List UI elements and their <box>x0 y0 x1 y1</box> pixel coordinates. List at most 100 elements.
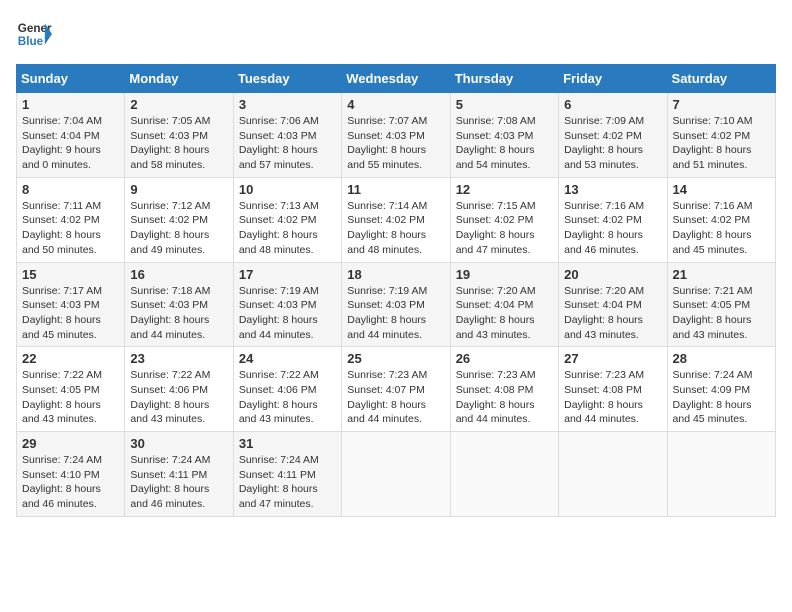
day-info: Sunrise: 7:23 AM Sunset: 4:08 PM Dayligh… <box>564 368 661 427</box>
day-header-tuesday: Tuesday <box>233 65 341 93</box>
svg-text:Blue: Blue <box>18 35 44 48</box>
calendar-cell: 21 Sunrise: 7:21 AM Sunset: 4:05 PM Dayl… <box>667 262 775 347</box>
calendar-table: SundayMondayTuesdayWednesdayThursdayFrid… <box>16 64 776 517</box>
day-number: 10 <box>239 182 336 197</box>
day-info: Sunrise: 7:06 AM Sunset: 4:03 PM Dayligh… <box>239 114 336 173</box>
day-number: 26 <box>456 351 553 366</box>
day-info: Sunrise: 7:13 AM Sunset: 4:02 PM Dayligh… <box>239 199 336 258</box>
day-number: 6 <box>564 97 661 112</box>
logo: General Blue <box>16 16 52 52</box>
day-number: 20 <box>564 267 661 282</box>
calendar-cell: 22 Sunrise: 7:22 AM Sunset: 4:05 PM Dayl… <box>17 347 125 432</box>
day-info: Sunrise: 7:09 AM Sunset: 4:02 PM Dayligh… <box>564 114 661 173</box>
day-header-friday: Friday <box>559 65 667 93</box>
calendar-cell: 24 Sunrise: 7:22 AM Sunset: 4:06 PM Dayl… <box>233 347 341 432</box>
calendar-cell: 5 Sunrise: 7:08 AM Sunset: 4:03 PM Dayli… <box>450 93 558 178</box>
day-header-wednesday: Wednesday <box>342 65 450 93</box>
calendar-cell: 17 Sunrise: 7:19 AM Sunset: 4:03 PM Dayl… <box>233 262 341 347</box>
day-number: 17 <box>239 267 336 282</box>
day-number: 13 <box>564 182 661 197</box>
day-number: 1 <box>22 97 119 112</box>
day-number: 28 <box>673 351 770 366</box>
day-info: Sunrise: 7:20 AM Sunset: 4:04 PM Dayligh… <box>564 284 661 343</box>
day-number: 16 <box>130 267 227 282</box>
calendar-cell: 6 Sunrise: 7:09 AM Sunset: 4:02 PM Dayli… <box>559 93 667 178</box>
day-number: 8 <box>22 182 119 197</box>
calendar-cell: 31 Sunrise: 7:24 AM Sunset: 4:11 PM Dayl… <box>233 432 341 517</box>
day-number: 30 <box>130 436 227 451</box>
day-info: Sunrise: 7:19 AM Sunset: 4:03 PM Dayligh… <box>347 284 444 343</box>
calendar-cell: 3 Sunrise: 7:06 AM Sunset: 4:03 PM Dayli… <box>233 93 341 178</box>
calendar-cell: 2 Sunrise: 7:05 AM Sunset: 4:03 PM Dayli… <box>125 93 233 178</box>
day-info: Sunrise: 7:24 AM Sunset: 4:10 PM Dayligh… <box>22 453 119 512</box>
calendar-cell: 9 Sunrise: 7:12 AM Sunset: 4:02 PM Dayli… <box>125 177 233 262</box>
calendar-cell: 16 Sunrise: 7:18 AM Sunset: 4:03 PM Dayl… <box>125 262 233 347</box>
day-number: 4 <box>347 97 444 112</box>
calendar-cell <box>342 432 450 517</box>
day-number: 7 <box>673 97 770 112</box>
day-info: Sunrise: 7:18 AM Sunset: 4:03 PM Dayligh… <box>130 284 227 343</box>
day-info: Sunrise: 7:19 AM Sunset: 4:03 PM Dayligh… <box>239 284 336 343</box>
day-number: 5 <box>456 97 553 112</box>
day-number: 9 <box>130 182 227 197</box>
day-info: Sunrise: 7:16 AM Sunset: 4:02 PM Dayligh… <box>673 199 770 258</box>
day-number: 15 <box>22 267 119 282</box>
day-info: Sunrise: 7:10 AM Sunset: 4:02 PM Dayligh… <box>673 114 770 173</box>
day-info: Sunrise: 7:15 AM Sunset: 4:02 PM Dayligh… <box>456 199 553 258</box>
day-info: Sunrise: 7:05 AM Sunset: 4:03 PM Dayligh… <box>130 114 227 173</box>
day-number: 25 <box>347 351 444 366</box>
day-header-saturday: Saturday <box>667 65 775 93</box>
calendar-cell <box>559 432 667 517</box>
day-number: 21 <box>673 267 770 282</box>
day-info: Sunrise: 7:17 AM Sunset: 4:03 PM Dayligh… <box>22 284 119 343</box>
day-info: Sunrise: 7:21 AM Sunset: 4:05 PM Dayligh… <box>673 284 770 343</box>
day-info: Sunrise: 7:23 AM Sunset: 4:07 PM Dayligh… <box>347 368 444 427</box>
calendar-cell: 30 Sunrise: 7:24 AM Sunset: 4:11 PM Dayl… <box>125 432 233 517</box>
calendar-cell: 12 Sunrise: 7:15 AM Sunset: 4:02 PM Dayl… <box>450 177 558 262</box>
calendar-cell: 19 Sunrise: 7:20 AM Sunset: 4:04 PM Dayl… <box>450 262 558 347</box>
day-header-thursday: Thursday <box>450 65 558 93</box>
calendar-cell: 4 Sunrise: 7:07 AM Sunset: 4:03 PM Dayli… <box>342 93 450 178</box>
day-info: Sunrise: 7:22 AM Sunset: 4:05 PM Dayligh… <box>22 368 119 427</box>
calendar-cell: 15 Sunrise: 7:17 AM Sunset: 4:03 PM Dayl… <box>17 262 125 347</box>
calendar-cell: 7 Sunrise: 7:10 AM Sunset: 4:02 PM Dayli… <box>667 93 775 178</box>
day-number: 3 <box>239 97 336 112</box>
day-info: Sunrise: 7:22 AM Sunset: 4:06 PM Dayligh… <box>130 368 227 427</box>
day-info: Sunrise: 7:12 AM Sunset: 4:02 PM Dayligh… <box>130 199 227 258</box>
day-number: 29 <box>22 436 119 451</box>
calendar-cell: 13 Sunrise: 7:16 AM Sunset: 4:02 PM Dayl… <box>559 177 667 262</box>
day-number: 11 <box>347 182 444 197</box>
calendar-cell: 26 Sunrise: 7:23 AM Sunset: 4:08 PM Dayl… <box>450 347 558 432</box>
calendar-cell: 14 Sunrise: 7:16 AM Sunset: 4:02 PM Dayl… <box>667 177 775 262</box>
calendar-cell: 23 Sunrise: 7:22 AM Sunset: 4:06 PM Dayl… <box>125 347 233 432</box>
calendar-cell: 27 Sunrise: 7:23 AM Sunset: 4:08 PM Dayl… <box>559 347 667 432</box>
day-info: Sunrise: 7:24 AM Sunset: 4:11 PM Dayligh… <box>239 453 336 512</box>
day-info: Sunrise: 7:20 AM Sunset: 4:04 PM Dayligh… <box>456 284 553 343</box>
day-number: 19 <box>456 267 553 282</box>
calendar-cell: 25 Sunrise: 7:23 AM Sunset: 4:07 PM Dayl… <box>342 347 450 432</box>
day-number: 23 <box>130 351 227 366</box>
calendar-cell: 18 Sunrise: 7:19 AM Sunset: 4:03 PM Dayl… <box>342 262 450 347</box>
calendar-cell: 8 Sunrise: 7:11 AM Sunset: 4:02 PM Dayli… <box>17 177 125 262</box>
day-header-sunday: Sunday <box>17 65 125 93</box>
calendar-cell: 11 Sunrise: 7:14 AM Sunset: 4:02 PM Dayl… <box>342 177 450 262</box>
calendar-cell <box>667 432 775 517</box>
day-info: Sunrise: 7:24 AM Sunset: 4:09 PM Dayligh… <box>673 368 770 427</box>
day-number: 24 <box>239 351 336 366</box>
logo-icon: General Blue <box>16 16 52 52</box>
day-info: Sunrise: 7:11 AM Sunset: 4:02 PM Dayligh… <box>22 199 119 258</box>
day-info: Sunrise: 7:08 AM Sunset: 4:03 PM Dayligh… <box>456 114 553 173</box>
day-number: 14 <box>673 182 770 197</box>
calendar-cell: 28 Sunrise: 7:24 AM Sunset: 4:09 PM Dayl… <box>667 347 775 432</box>
calendar-cell <box>450 432 558 517</box>
calendar-cell: 20 Sunrise: 7:20 AM Sunset: 4:04 PM Dayl… <box>559 262 667 347</box>
day-number: 12 <box>456 182 553 197</box>
day-number: 27 <box>564 351 661 366</box>
day-info: Sunrise: 7:07 AM Sunset: 4:03 PM Dayligh… <box>347 114 444 173</box>
calendar-cell: 10 Sunrise: 7:13 AM Sunset: 4:02 PM Dayl… <box>233 177 341 262</box>
day-number: 31 <box>239 436 336 451</box>
day-number: 22 <box>22 351 119 366</box>
day-info: Sunrise: 7:22 AM Sunset: 4:06 PM Dayligh… <box>239 368 336 427</box>
day-info: Sunrise: 7:16 AM Sunset: 4:02 PM Dayligh… <box>564 199 661 258</box>
day-info: Sunrise: 7:14 AM Sunset: 4:02 PM Dayligh… <box>347 199 444 258</box>
